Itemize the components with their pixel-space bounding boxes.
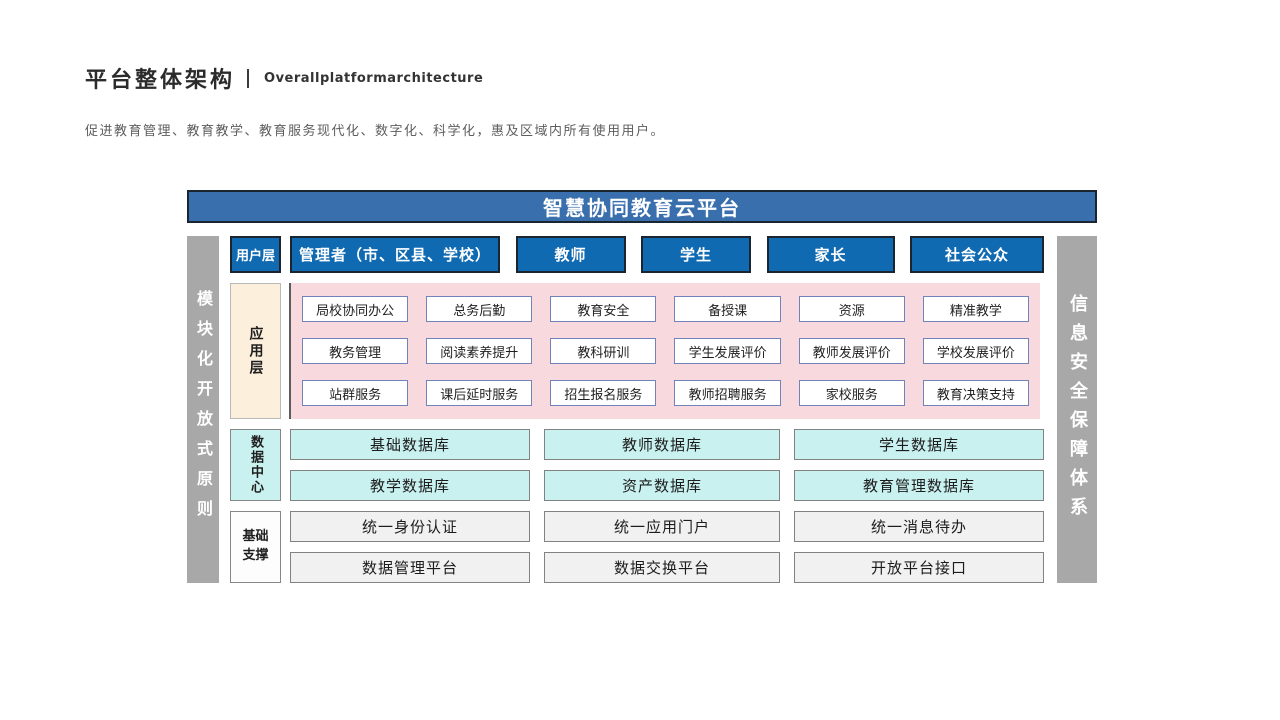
right-security-bar: 信息安全保障体系: [1057, 236, 1097, 583]
app-module: 课后延时服务: [426, 380, 532, 406]
user-layer-row: 管理者（市、区县、学校） 教师 学生 家长 社会公众: [290, 236, 1044, 273]
app-layer-label: 应用层: [230, 283, 281, 419]
left-principle-bar: 模块化开放式原则: [187, 236, 219, 583]
page-title-en: Overallplatformarchitecture: [264, 71, 483, 86]
app-module: 精准教学: [923, 296, 1029, 322]
platform-banner: 智慧协同教育云平台: [187, 190, 1097, 223]
app-module: 备授课: [674, 296, 780, 322]
database-box: 教学数据库: [290, 470, 530, 501]
data-layer-row-2: 教学数据库 资产数据库 教育管理数据库: [290, 470, 1044, 501]
app-module: 资源: [799, 296, 905, 322]
page-subtitle: 促进教育管理、教育教学、教育服务现代化、数字化、科学化，惠及区域内所有使用用户。: [85, 120, 665, 139]
page-title: 平台整体架构 Overallplatformarchitecture: [85, 62, 483, 94]
database-box: 基础数据库: [290, 429, 530, 460]
title-divider: [247, 69, 249, 88]
app-module: 学生发展评价: [674, 338, 780, 364]
app-module: 局校协同办公: [302, 296, 408, 322]
base-service-box: 开放平台接口: [794, 552, 1044, 583]
database-box: 教师数据库: [544, 429, 780, 460]
app-module: 教育安全: [550, 296, 656, 322]
app-module: 教师招聘服务: [674, 380, 780, 406]
page-title-cn: 平台整体架构: [85, 62, 235, 94]
data-layer-label: 数据中心: [230, 429, 281, 501]
base-layer-row-1: 统一身份认证 统一应用门户 统一消息待办: [290, 511, 1044, 542]
app-module: 家校服务: [799, 380, 905, 406]
app-module: 教务管理: [302, 338, 408, 364]
user-group-admin: 管理者（市、区县、学校）: [290, 236, 500, 273]
base-service-box: 统一身份认证: [290, 511, 530, 542]
data-layer-row-1: 基础数据库 教师数据库 学生数据库: [290, 429, 1044, 460]
user-group-public: 社会公众: [910, 236, 1044, 273]
database-box: 教育管理数据库: [794, 470, 1044, 501]
app-module: 招生报名服务: [550, 380, 656, 406]
app-module: 教师发展评价: [799, 338, 905, 364]
app-module: 总务后勤: [426, 296, 532, 322]
app-module: 阅读素养提升: [426, 338, 532, 364]
base-layer-label: 基础支撑: [230, 511, 281, 583]
user-group-parent: 家长: [767, 236, 895, 273]
database-box: 资产数据库: [544, 470, 780, 501]
base-layer-row-2: 数据管理平台 数据交换平台 开放平台接口: [290, 552, 1044, 583]
architecture-diagram: 智慧协同教育云平台 模块化开放式原则 信息安全保障体系 用户层 管理者（市、区县…: [187, 190, 1097, 583]
user-layer-label: 用户层: [230, 236, 281, 273]
base-service-box: 统一消息待办: [794, 511, 1044, 542]
base-service-box: 统一应用门户: [544, 511, 780, 542]
app-module: 教育决策支持: [923, 380, 1029, 406]
database-box: 学生数据库: [794, 429, 1044, 460]
app-module: 学校发展评价: [923, 338, 1029, 364]
base-service-box: 数据管理平台: [290, 552, 530, 583]
base-service-box: 数据交换平台: [544, 552, 780, 583]
app-layer-panel: 局校协同办公 总务后勤 教育安全 备授课 资源 精准教学 教务管理 阅读素养提升…: [289, 283, 1040, 419]
app-module: 教科研训: [550, 338, 656, 364]
slide: 平台整体架构 Overallplatformarchitecture 促进教育管…: [0, 0, 1280, 720]
user-group-student: 学生: [641, 236, 751, 273]
app-module: 站群服务: [302, 380, 408, 406]
user-group-teacher: 教师: [516, 236, 626, 273]
